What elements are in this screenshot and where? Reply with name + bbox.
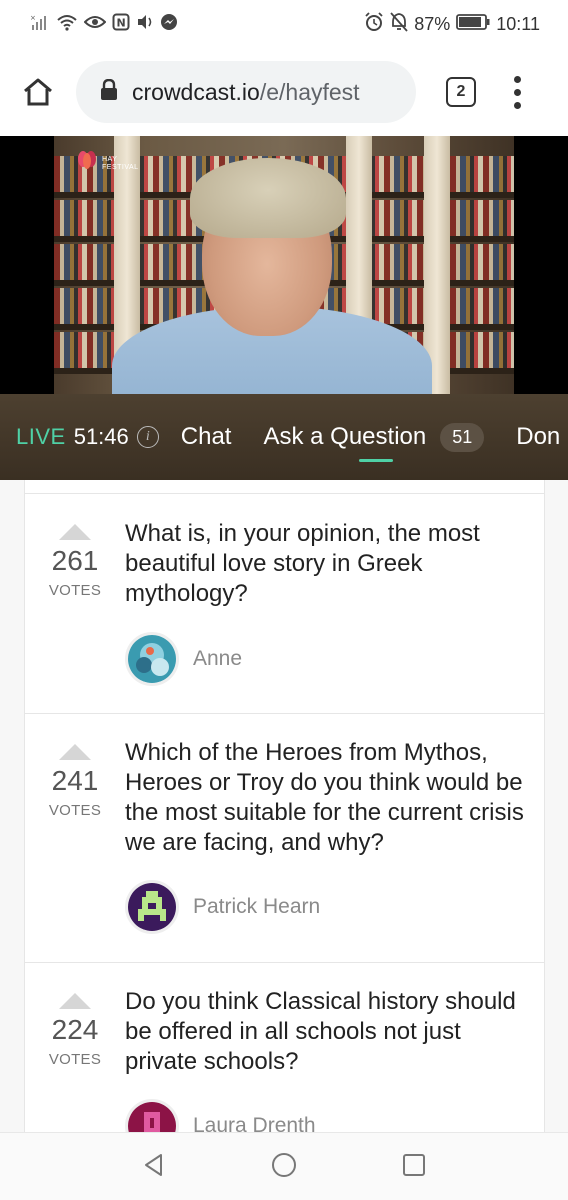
recents-square-icon [402, 1153, 425, 1176]
tab-chat-label: Chat [180, 423, 232, 450]
home-nav-button[interactable] [270, 1151, 298, 1183]
tab-donate[interactable]: Don [516, 394, 560, 480]
questions-panel: 261 VOTES What is, in your opinion, the … [0, 480, 568, 1132]
vote-control: 241 VOTES [25, 744, 125, 819]
status-bar: × N 87% 10:11 [0, 0, 568, 48]
upvote-arrow-icon[interactable] [59, 524, 91, 540]
home-icon [24, 78, 52, 106]
home-circle-icon [271, 1152, 296, 1177]
author-name: Laura Drenth [193, 1114, 316, 1132]
browser-menu-button[interactable] [512, 75, 522, 109]
battery-percent: 87% [414, 13, 451, 34]
back-triangle-icon [145, 1153, 163, 1176]
notifications-off-icon [390, 12, 408, 36]
clock: 10:11 [496, 13, 540, 34]
event-tab-bar: LIVE 51:46 i Chat Ask a Question 51 Don [0, 394, 568, 480]
menu-dot-icon [513, 101, 521, 109]
vote-control: 224 VOTES [25, 993, 125, 1068]
question-count-badge: 51 [440, 422, 485, 452]
lock-icon [100, 78, 118, 105]
info-icon[interactable]: i [136, 426, 159, 448]
status-icons-left: × N [30, 13, 178, 35]
vote-count: 241 [51, 765, 99, 796]
alarm-icon [364, 12, 384, 36]
question-author: Patrick Hearn [125, 880, 320, 934]
home-button[interactable] [20, 74, 56, 110]
hay-festival-logo: HAY FESTIVAL [76, 150, 139, 172]
tab-chat[interactable]: Chat [181, 394, 232, 480]
url-host: crowdcast.io [132, 78, 260, 105]
question-item: 241 VOTES Which of the Heroes from Mytho… [25, 714, 544, 963]
tab-ask-label: Ask a Question [263, 423, 427, 450]
menu-dot-icon [513, 88, 521, 96]
list-divider [24, 480, 545, 494]
question-item: 224 VOTES Do you think Classical history… [25, 963, 544, 1132]
signal-icon: × [30, 13, 50, 35]
avatar [125, 632, 179, 686]
elapsed-time: 51:46 [73, 424, 129, 449]
author-name: Anne [193, 647, 243, 670]
tab-ask-a-question[interactable]: Ask a Question 51 [263, 394, 485, 480]
tab-count: 2 [456, 83, 466, 100]
menu-dot-icon [513, 75, 521, 83]
upvote-arrow-icon[interactable] [59, 744, 91, 760]
votes-label: VOTES [48, 582, 102, 599]
logo-line-1: HAY [102, 156, 118, 163]
recents-button[interactable] [401, 1152, 427, 1182]
tab-switcher-button[interactable]: 2 [446, 77, 476, 107]
browser-toolbar: crowdcast.io/e/hayfest 2 [0, 48, 568, 136]
question-text: Which of the Heroes from Mythos, Heroes … [125, 739, 524, 856]
system-navigation-bar [0, 1132, 568, 1200]
avatar [125, 880, 179, 934]
video-player[interactable]: HAY FESTIVAL [0, 136, 568, 394]
svg-text:N: N [117, 17, 126, 30]
question-text: What is, in your opinion, the most beaut… [125, 520, 480, 607]
question-author: Laura Drenth [125, 1099, 316, 1132]
question-text: Do you think Classical history should be… [125, 988, 516, 1075]
question-author: Anne [125, 632, 242, 686]
address-bar[interactable]: crowdcast.io/e/hayfest [76, 61, 416, 123]
speaker-hair [190, 158, 346, 238]
eye-icon [83, 14, 107, 34]
avatar [125, 1099, 179, 1132]
nfc-icon: N [112, 13, 130, 35]
video-frame: HAY FESTIVAL [54, 136, 514, 394]
votes-label: VOTES [48, 1051, 102, 1068]
live-indicator: LIVE [16, 424, 66, 449]
vote-count: 261 [51, 545, 99, 576]
url-text: crowdcast.io/e/hayfest [132, 79, 360, 106]
logo-line-2: FESTIVAL [102, 164, 139, 171]
vote-count: 224 [51, 1014, 99, 1045]
questions-list: 261 VOTES What is, in your opinion, the … [24, 480, 545, 1132]
svg-text:×: × [30, 14, 36, 22]
url-path: /e/hayfest [259, 78, 360, 105]
battery-icon [456, 14, 490, 34]
question-item: 261 VOTES What is, in your opinion, the … [25, 494, 544, 714]
volume-icon [136, 14, 154, 34]
hay-festival-flower-icon [78, 151, 96, 169]
votes-label: VOTES [48, 802, 102, 819]
vote-control: 261 VOTES [25, 524, 125, 599]
wifi-icon [56, 13, 78, 35]
author-name: Patrick Hearn [193, 895, 321, 918]
status-icons-right: 87% 10:11 [364, 12, 540, 36]
upvote-arrow-icon[interactable] [59, 993, 91, 1009]
tab-donate-label: Don [516, 423, 561, 450]
messenger-icon [160, 13, 178, 35]
back-button[interactable] [141, 1152, 167, 1182]
